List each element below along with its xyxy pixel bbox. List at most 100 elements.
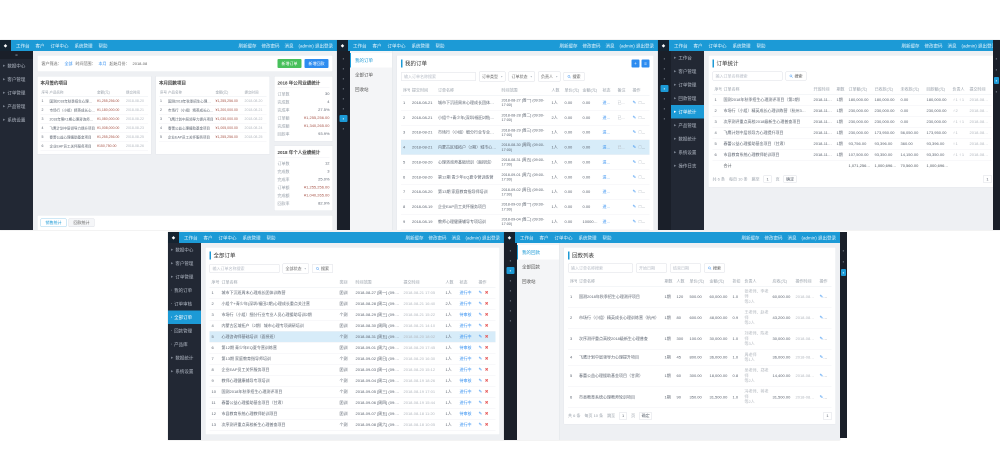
app-logo-icon[interactable]: ◆ [168,232,179,243]
module-icon[interactable]: ▪ [340,55,348,62]
delete-icon[interactable]: ✖ [485,422,489,427]
start-date-input[interactable] [636,264,667,273]
table-row[interactable]: 10 国测2018年秋季招生心理测评项目 个测 2018-09-05 [周三] … [210,386,496,397]
table-row[interactable]: 1 国测2018年秋季招生心理测评项目 1期 120 500.00 60,000… [568,286,832,307]
topnav-menu-item[interactable]: 工作台 [520,234,534,241]
sidebar-item[interactable]: ▶订单统计 [671,105,704,119]
table-row[interactable]: 8 企业EAP员工关怀服务项目 团训 2018-09-03 [周一] (09:0… [210,364,496,375]
table-row[interactable]: 1 国测2018年秋季招生心理测评项目（第2期） 2018-11-25 1期 1… [713,94,992,105]
edit-icon[interactable]: ✎ [479,334,483,339]
table-row[interactable]: 3 次序测评重点高校2018级新生心理普查 1期 300 100.00 30,0… [568,328,832,349]
topnav-user-item[interactable]: (admin) 退出登录 [961,42,996,49]
edit-icon[interactable]: ✎ [479,411,483,416]
table-row[interactable]: 2 市场行（小组）精英成长心理训练营 ¥1,180,000.00 2018-08… [41,106,149,115]
sidebar-item[interactable]: ▪产品库 [168,338,201,352]
module-icon[interactable]: ▪ [994,88,999,95]
topnav-user-item[interactable]: 修改密码 [924,42,942,49]
delete-icon[interactable]: ✖ [485,323,489,328]
topnav-menu-item[interactable]: 帮助 [757,42,766,49]
sidebar-item[interactable]: ▪订单审核 [168,297,201,311]
topnav-menu-item[interactable]: 订单中心 [709,42,727,49]
stats-tab-button[interactable]: 回款统计 [69,219,95,228]
sidebar-item[interactable]: ▶工作台 [671,51,704,65]
app-logo-icon[interactable]: ◆ [504,232,515,243]
delete-icon[interactable]: ✖ [485,367,489,372]
table-row[interactable]: 4 2018-08-21 内蒙古区域拓户（2期）城市心理专项调研培训 2018-… [401,140,650,155]
table-row[interactable]: 合计 1,071,256.00 1,000,696.00 70,560.00 1… [713,160,992,171]
topnav-user-item[interactable]: 刷新缓存 [405,234,423,241]
module-icon[interactable]: ▪ [661,75,669,82]
module-icon[interactable]: ▪ [661,95,669,102]
module-icon[interactable]: ▪ [661,65,669,72]
topnav-menu-item[interactable]: 客户 [540,234,549,241]
add-payment-button[interactable]: 新增回款 [305,59,329,68]
module-icon[interactable]: ▪ [841,247,846,254]
edit-icon[interactable]: ✎ [633,159,637,164]
submenu-item[interactable]: 全部回款 [517,260,559,275]
edit-icon[interactable]: ✎ [479,312,483,317]
topnav-user-item[interactable]: 消息 [605,42,614,49]
audit-icon[interactable]: □ [639,159,642,164]
audit-icon[interactable]: □ [639,145,642,150]
sidebar-item[interactable]: ▶订单管理 [0,86,33,100]
edit-icon[interactable]: ✎ [820,294,824,299]
submenu-item[interactable]: 我的回款 [517,245,559,260]
table-row[interactable]: 4 内蒙古区域拓户（2期）城市心理专项调研培训 团训 2018-08-30 [周… [210,320,496,331]
table-row[interactable]: 3 2018-08-21 市场行（小组）细分行业专业人员心理援助培训2期 201… [401,125,650,140]
range-filter-link[interactable]: 本月 [99,61,107,67]
table-row[interactable]: 2 市场行（小组）精英成长心理训练营（杭州3期） 2018-11-25 1期 2… [713,105,992,116]
page-number-button[interactable]: 1 [984,175,992,183]
topnav-user-item[interactable]: 刷新缓存 [238,42,256,49]
start-month-value[interactable]: 2018-08 [133,61,148,66]
edit-icon[interactable]: ✎ [633,115,637,120]
sidebar-item[interactable]: ▶数据统计 [671,132,704,146]
edit-icon[interactable]: ✎ [479,400,483,405]
topnav-menu-item[interactable]: 客户 [204,234,213,241]
sidebar-item[interactable]: ▶客户管理 [168,257,201,271]
edit-icon[interactable]: ✎ [820,394,824,399]
table-row[interactable]: 3 飞鹰计划中层领导力提升项目 ¥1,030,000.00 2018-08-22 [159,115,267,124]
edit-icon[interactable]: ✎ [633,219,637,224]
audit-icon[interactable]: □ [639,115,642,120]
topnav-menu-item[interactable]: 客户 [694,42,703,49]
confirm-button[interactable]: 确定 [639,412,652,419]
app-logo-icon[interactable]: ◆ [658,40,669,51]
table-row[interactable]: 2 2018-08-21 小组个+青少年(深圳/福田2期)心理成长重点关注营 2… [401,110,650,125]
edit-icon[interactable]: ✎ [633,100,637,105]
search-button[interactable]: 搜索 [786,72,807,81]
edit-icon[interactable]: ✎ [633,189,637,194]
delete-icon[interactable]: ✖ [485,345,489,350]
topnav-user-item[interactable]: (admin) 退出登录 [465,234,500,241]
audit-icon[interactable]: □ [639,130,642,135]
module-icon[interactable]: ▪ [340,85,348,92]
table-row[interactable]: 1 城市下沉班周末心理成长团体训练营 团训 2018-08-27 [周一] (0… [210,287,496,298]
add-order-button[interactable]: 新增订单 [278,59,302,68]
submenu-item[interactable]: 我的订单 [350,53,392,68]
module-icon[interactable]: ▪ [661,85,669,92]
stats-tab-button[interactable]: 销售统计 [41,219,67,228]
confirm-button[interactable]: 确定 [784,176,797,183]
submenu-item[interactable]: 全部订单 [350,68,392,83]
topnav-menu-item[interactable]: 订单中心 [388,42,406,49]
table-row[interactable]: 12 市县教育系统心理教师轮训项目 团训 2018-09-07 [周五] (09… [210,408,496,419]
topnav-menu-item[interactable]: 订单中心 [51,42,69,49]
sidebar-item[interactable]: ▶产品管理 [0,100,33,114]
edit-icon[interactable]: ✎ [820,315,824,320]
table-row[interactable]: 7 第13期 家庭教育指导师培训 个测 2018-09-02 [周日] (09:… [210,353,496,364]
module-icon[interactable]: ▪ [661,105,669,112]
table-row[interactable]: 11 春蕾公益心理援助基金项目（甘肃） 团训 2018-09-06 [周四] (… [210,397,496,408]
topnav-user-item[interactable]: 消息 [947,42,956,49]
sidebar-item[interactable]: ▶回款管理 [671,92,704,106]
topnav-menu-item[interactable]: 客户 [373,42,382,49]
delete-icon[interactable]: ✖ [485,411,489,416]
module-icon[interactable]: ▪ [340,65,348,72]
topnav-menu-item[interactable]: 系统管理 [243,234,261,241]
edit-icon[interactable]: ✎ [479,323,483,328]
table-row[interactable]: 6 市县教育系统心理教师轮训项目 1期 90 350.00 31,500.00 … [568,386,832,407]
module-icon[interactable]: ▪ [340,75,348,82]
keyword-input[interactable] [713,72,783,81]
table-row[interactable]: 5 春蕾公益心理援助基金项目（甘肃） 2018-11-27 1期 93,756.… [713,138,992,149]
search-button[interactable]: 搜索 [704,264,725,273]
module-icon[interactable]: ▪ [340,105,348,112]
app-logo-icon[interactable]: ◆ [337,40,348,51]
